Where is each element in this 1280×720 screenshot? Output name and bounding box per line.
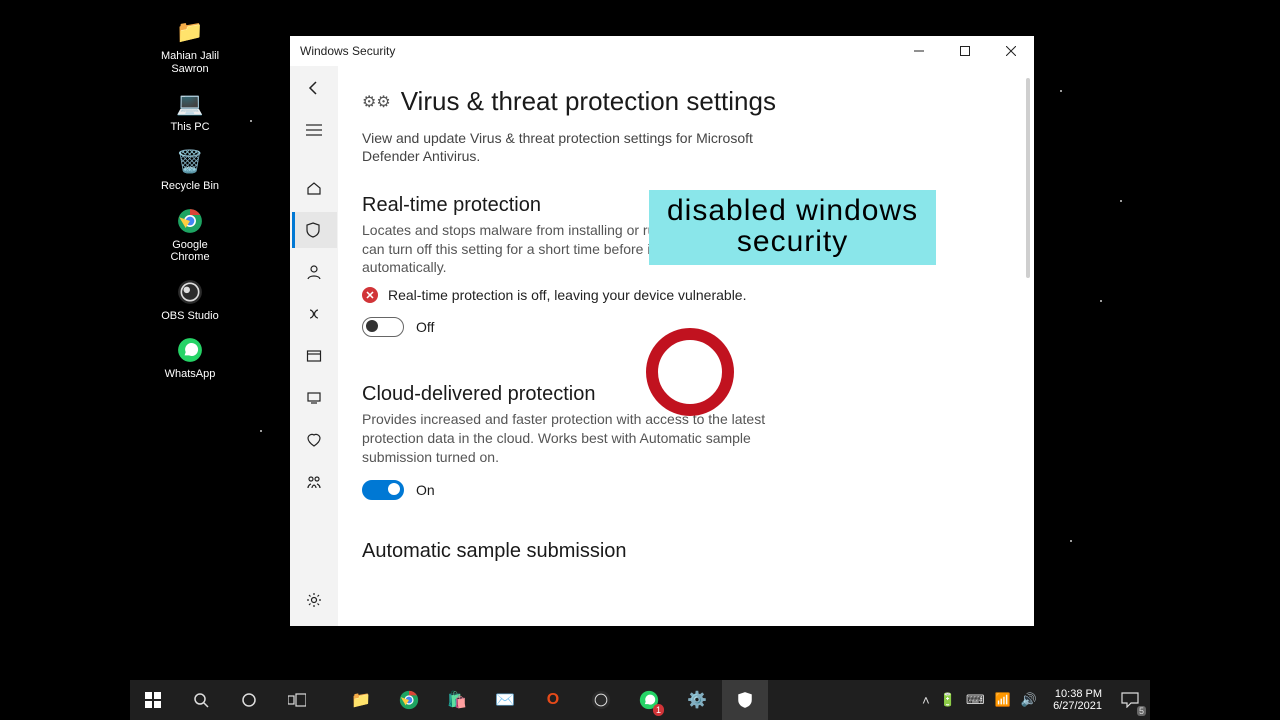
chrome-icon [172, 203, 208, 239]
recycle-bin-icon: 🗑️ [172, 144, 208, 180]
obs-icon [172, 274, 208, 310]
mail-button[interactable]: ✉️ [482, 680, 528, 720]
realtime-warning-text: Real-time protection is off, leaving you… [388, 287, 746, 303]
nav-virus-threat-icon[interactable] [292, 212, 337, 248]
desktop-icon-whatsapp[interactable]: WhatsApp [145, 332, 235, 381]
settings-taskbar-button[interactable]: ⚙️ [674, 680, 720, 720]
tray-chevron-icon[interactable]: ˄ [922, 693, 930, 708]
banner-line2: security [667, 227, 918, 258]
titlebar[interactable]: Windows Security [290, 36, 1034, 66]
nav-settings-icon[interactable] [294, 582, 334, 618]
nav-sidebar [290, 66, 338, 626]
content-area: ⚙⚙ Virus & threat protection settings Vi… [338, 66, 1034, 626]
nav-account-protection-icon[interactable] [294, 254, 334, 290]
scrollbar[interactable] [1026, 78, 1030, 278]
nav-firewall-icon[interactable] [294, 296, 334, 332]
obs-taskbar-button[interactable] [578, 680, 624, 720]
notification-count: 5 [1137, 706, 1146, 716]
desktop-icon-recycle-bin[interactable]: 🗑️ Recycle Bin [145, 144, 235, 193]
desktop-icon-label: WhatsApp [165, 368, 216, 381]
tray-battery-icon[interactable]: 🔋 [940, 692, 956, 708]
desktop-icon-this-pc[interactable]: 💻 This PC [145, 85, 235, 134]
banner-line1: disabled windows [667, 194, 918, 227]
tray-wifi-icon[interactable]: 📶 [995, 692, 1011, 708]
gears-icon: ⚙⚙ [362, 92, 391, 112]
clock-date: 6/27/2021 [1053, 700, 1102, 712]
taskbar-clock[interactable]: 10:38 PM 6/27/2021 [1045, 688, 1110, 713]
nav-device-security-icon[interactable] [294, 380, 334, 416]
tray-keyboard-icon[interactable]: ⌨ [966, 692, 985, 708]
realtime-warning: ✕ Real-time protection is off, leaving y… [362, 287, 1010, 303]
cloud-toggle-state: On [416, 482, 435, 498]
maximize-button[interactable] [942, 36, 988, 66]
cloud-heading: Cloud-delivered protection [362, 383, 1010, 406]
office-button[interactable]: O [530, 680, 576, 720]
autosample-heading: Automatic sample submission [362, 540, 1010, 563]
cloud-toggle[interactable] [362, 480, 404, 500]
cloud-description: Provides increased and faster protection… [362, 410, 822, 466]
ms-store-button[interactable]: 🛍️ [434, 680, 480, 720]
error-icon: ✕ [362, 287, 378, 303]
tray-volume-icon[interactable]: 🔊 [1021, 692, 1037, 708]
nav-app-browser-icon[interactable] [294, 338, 334, 374]
search-button[interactable] [178, 680, 224, 720]
chrome-taskbar-button[interactable] [386, 680, 432, 720]
system-tray[interactable]: ˄ 🔋 ⌨ 📶 🔊 [922, 692, 1045, 708]
window-title: Windows Security [290, 44, 896, 58]
taskbar: 📁 🛍️ ✉️ O 1 ⚙️ ˄ 🔋 ⌨ 📶 🔊 [130, 680, 1150, 720]
whatsapp-icon [172, 332, 208, 368]
folder-icon: 📁 [172, 14, 208, 50]
nav-family-options-icon[interactable] [294, 464, 334, 500]
windows-security-window: Windows Security [290, 36, 1034, 626]
file-explorer-button[interactable]: 📁 [338, 680, 384, 720]
page-title: Virus & threat protection settings [401, 86, 776, 117]
action-center-button[interactable]: 5 [1110, 680, 1150, 720]
annotation-banner: disabled windows security [649, 190, 936, 265]
nav-device-performance-icon[interactable] [294, 422, 334, 458]
realtime-toggle[interactable] [362, 317, 404, 337]
menu-button[interactable] [294, 112, 334, 148]
clock-time: 10:38 PM [1053, 688, 1102, 700]
desktop-icon-label: Recycle Bin [161, 180, 219, 193]
desktop-icon-label: OBS Studio [161, 310, 218, 323]
page-description: View and update Virus & threat protectio… [362, 129, 782, 166]
desktop-icon-label: This PC [170, 121, 209, 134]
minimize-button[interactable] [896, 36, 942, 66]
cortana-button[interactable] [226, 680, 272, 720]
desktop-icons: 📁 Mahian Jalil Sawron 💻 This PC 🗑️ Recyc… [145, 14, 235, 381]
desktop-icon-label: Google Chrome [170, 239, 209, 264]
realtime-toggle-state: Off [416, 319, 434, 335]
whatsapp-taskbar-button[interactable]: 1 [626, 680, 672, 720]
nav-home-icon[interactable] [294, 170, 334, 206]
whatsapp-badge: 1 [653, 704, 664, 716]
desktop-icon-obs-studio[interactable]: OBS Studio [145, 274, 235, 323]
close-button[interactable] [988, 36, 1034, 66]
this-pc-icon: 💻 [172, 85, 208, 121]
windows-security-taskbar-button[interactable] [722, 680, 768, 720]
desktop-icon-user-folder[interactable]: 📁 Mahian Jalil Sawron [145, 14, 235, 75]
start-button[interactable] [130, 680, 176, 720]
desktop-icon-label: Mahian Jalil Sawron [161, 50, 219, 75]
back-button[interactable] [294, 70, 334, 106]
desktop-icon-google-chrome[interactable]: Google Chrome [145, 203, 235, 264]
task-view-button[interactable] [274, 680, 320, 720]
